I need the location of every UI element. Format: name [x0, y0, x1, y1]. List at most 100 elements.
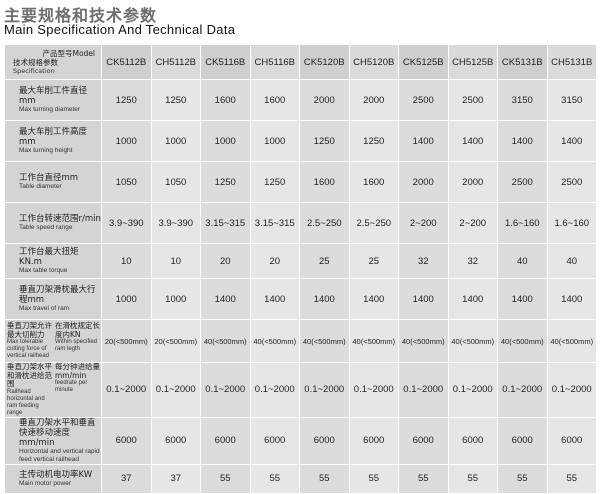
spec-label-left-cn: 垂直刀架允许最大切削力	[7, 321, 52, 339]
spec-label-cn: 工作台直径mm	[19, 173, 79, 183]
spec-value-cell: 0.1~2000	[399, 363, 448, 417]
spec-value-cell: 0.1~2000	[547, 363, 596, 417]
spec-value-cell: 0.1~2000	[498, 363, 547, 417]
spec-label-right-en: Within specified ram legth	[55, 339, 98, 352]
header-model-cn: 产品型号	[42, 49, 73, 58]
spec-value-cell: 20(<500mm)	[102, 320, 151, 362]
spec-label-en: Max turning diameter	[19, 106, 81, 113]
spec-label-left-en: Max tolerable cutting force of vertical …	[7, 339, 50, 359]
header-spec-cn: 技术规格参数	[13, 58, 58, 67]
spec-value-cell: 1400	[399, 121, 448, 161]
model-header-cell: CH5125B	[448, 45, 497, 79]
spec-value-cell: 55	[250, 464, 299, 493]
spec-label-en: Table speed range	[19, 224, 73, 231]
spec-value-cell: 2500	[547, 162, 596, 202]
spec-value-cell: 6000	[448, 417, 497, 464]
spec-value-cell: 3.9~390	[151, 203, 200, 243]
spec-value-cell: 1000	[201, 121, 250, 161]
spec-label-cn: 工作台转速范围r/min	[19, 214, 101, 224]
spec-value-cell: 1250	[102, 80, 151, 120]
spec-label-en: Max table torque	[19, 267, 68, 274]
spec-value-cell: 55	[448, 464, 497, 493]
spec-value-cell: 2000	[399, 162, 448, 202]
spec-label-en: Max travel of ram	[19, 305, 70, 312]
spec-label-cn: 主传动机电功率KW	[19, 469, 93, 480]
header-model-en: Model	[72, 49, 95, 58]
spec-value-cell: 6000	[151, 417, 200, 464]
model-header-cell: CK5131B	[498, 45, 547, 79]
spec-value-cell: 1050	[102, 162, 151, 202]
spec-value-cell: 1250	[349, 121, 398, 161]
spec-value-cell: 40(<500mm)	[300, 320, 349, 362]
spec-value-cell: 0.1~2000	[151, 363, 200, 417]
spec-row: 垂直刀架滑枕最大行程mm Max travel of ram 1000 1000 140…	[5, 279, 596, 319]
spec-value-cell: 1250	[151, 80, 200, 120]
model-header-cell: CK5112B	[102, 45, 151, 79]
model-header-cell: CK5116B	[201, 45, 250, 79]
spec-value-cell: 20	[250, 244, 299, 278]
spec-value-cell: 1250	[250, 162, 299, 202]
spec-value-cell: 6000	[250, 417, 299, 464]
spec-label-cell: 垂直刀架允许最大切削力 Max tolerable cutting force o…	[5, 320, 101, 362]
spec-value-cell: 55	[547, 464, 596, 493]
spec-row: 主传动机电功率KW Main motor power 37 37 55 55 55 55 55 5…	[5, 464, 596, 493]
spec-value-cell: 1250	[201, 162, 250, 202]
spec-value-cell: 2500	[498, 162, 547, 202]
spec-value-cell: 6000	[547, 417, 596, 464]
spec-label-en: Horizontal and vertical rapid feed verti…	[19, 447, 100, 463]
spec-value-cell: 1400	[448, 121, 497, 161]
spec-value-cell: 1000	[151, 121, 200, 161]
spec-value-cell: 32	[399, 244, 448, 278]
spec-row: 工作台直径mm Table diameter 1050 1050 1250 1250 160…	[5, 162, 596, 202]
spec-row: 垂直刀架水平和滑枕进给范围 Railhead horizontal and ram…	[5, 362, 596, 417]
spec-value-cell: 6000	[399, 417, 448, 464]
spec-label-right-cn: 每分钟进给量mm/min	[55, 362, 100, 380]
spec-value-cell: 0.1~2000	[102, 363, 151, 417]
spec-value-cell: 2.5~250	[349, 203, 398, 243]
spec-value-cell: 37	[102, 464, 151, 493]
spec-value-cell: 1600	[250, 80, 299, 120]
spec-value-cell: 1400	[547, 121, 596, 161]
spec-value-cell: 40(<500mm)	[250, 320, 299, 362]
spec-value-cell: 37	[151, 464, 200, 493]
spec-value-cell: 0.1~2000	[250, 363, 299, 417]
spec-value-cell: 0.1~2000	[201, 363, 250, 417]
spec-value-cell: 6000	[300, 417, 349, 464]
spec-value-cell: 1400	[498, 121, 547, 161]
spec-row: 最大车削工件直径mm Max turning diameter 1250 1250 16…	[5, 80, 596, 120]
spec-value-cell: 40	[498, 244, 547, 278]
spec-value-cell: 1000	[102, 121, 151, 161]
header-spec-en: Specification	[13, 67, 55, 75]
spec-value-cell: 55	[399, 464, 448, 493]
spec-value-cell: 3.9~390	[102, 203, 151, 243]
spec-label-left-en: Railhead horizontal and ram feeding rang…	[7, 388, 45, 416]
spec-value-cell: 3.15~315	[250, 203, 299, 243]
spec-label-left-cn: 垂直刀架水平和滑枕进给范围	[7, 362, 52, 388]
spec-value-cell: 1000	[250, 121, 299, 161]
spec-label-cell: 工作台最大扭矩KN.m Max table torque	[5, 244, 101, 278]
model-header-cell: CK5120B	[300, 45, 349, 79]
spec-label-cell: 垂直刀架水平和滑枕进给范围 Railhead horizontal and ram…	[5, 362, 101, 417]
spec-label-en: Max turning height	[19, 147, 73, 154]
spec-value-cell: 40(<500mm)	[547, 320, 596, 362]
spec-value-cell: 2000	[300, 80, 349, 120]
spec-value-cell: 3150	[547, 80, 596, 120]
spec-value-cell: 3150	[498, 80, 547, 120]
spec-value-cell: 1000	[102, 279, 151, 319]
spec-row: 工作台最大扭矩KN.m Max table torque 10 10 20 20 25 25 3…	[5, 244, 596, 278]
spec-value-cell: 55	[201, 464, 250, 493]
spec-value-cell: 40(<500mm)	[201, 320, 250, 362]
spec-value-cell: 1400	[349, 279, 398, 319]
spec-value-cell: 3.15~315	[201, 203, 250, 243]
model-header-cell: CH5116B	[250, 45, 299, 79]
spec-value-cell: 1400	[498, 279, 547, 319]
spec-label-cell: 垂直刀架滑枕最大行程mm Max travel of ram	[5, 279, 101, 319]
spec-label-cell: 工作台直径mm Table diameter	[5, 162, 101, 202]
model-header-cell: CH5112B	[151, 45, 200, 79]
spec-label-cn: 工作台最大扭矩KN.m	[19, 247, 79, 267]
spec-value-cell: 25	[300, 244, 349, 278]
spec-value-cell: 1400	[201, 279, 250, 319]
spec-value-cell: 2~200	[448, 203, 497, 243]
spec-value-cell: 20	[201, 244, 250, 278]
spec-value-cell: 2500	[448, 80, 497, 120]
